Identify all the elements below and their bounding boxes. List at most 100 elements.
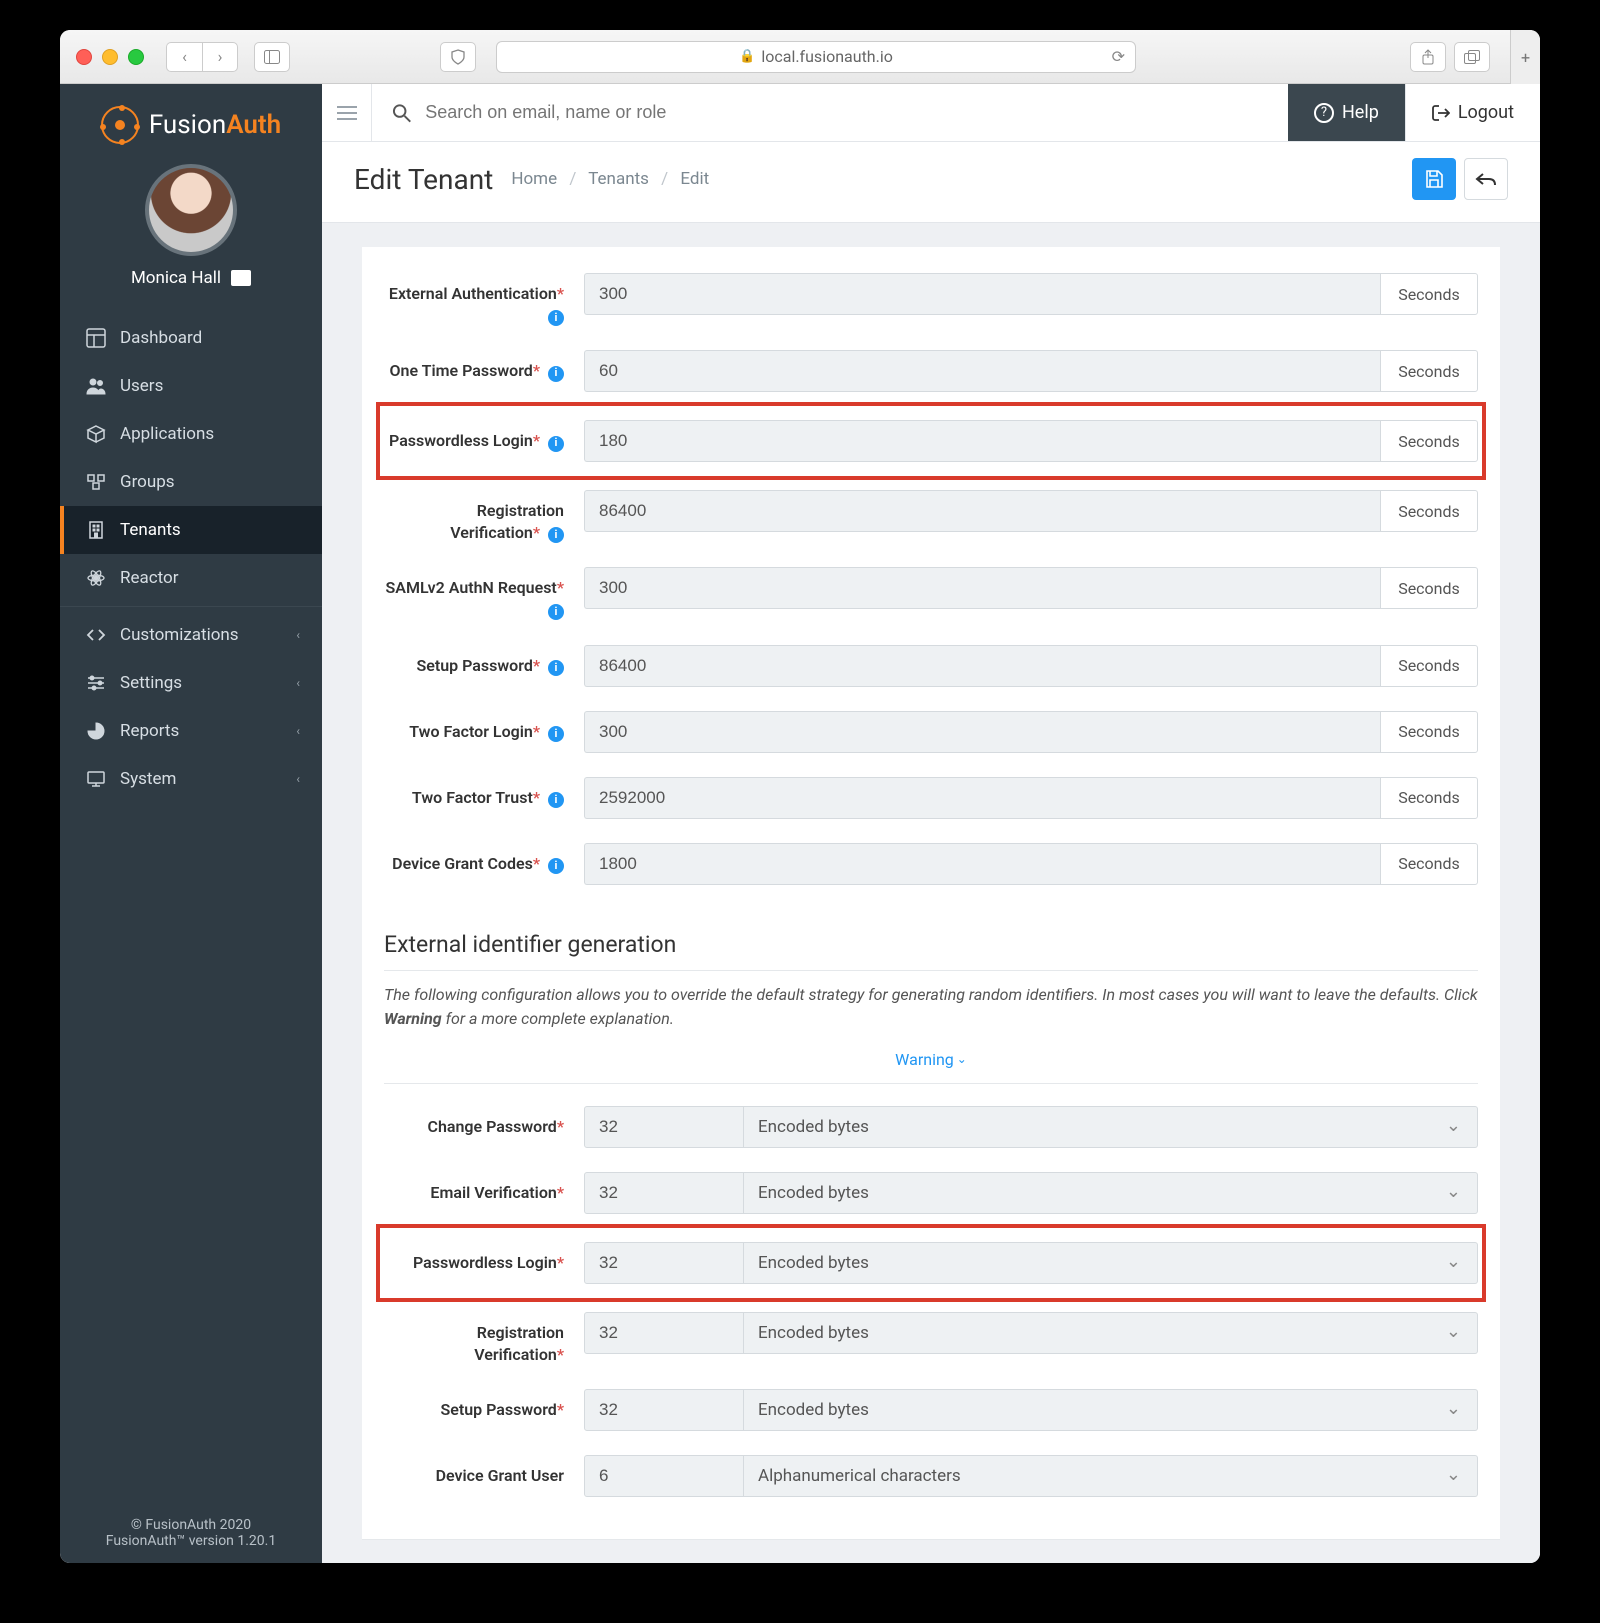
crumb-tenants[interactable]: Tenants (588, 169, 649, 189)
sidebar-item-label: Applications (120, 424, 214, 444)
minimize-window-button[interactable] (102, 49, 118, 65)
unit-label: Seconds (1380, 490, 1478, 532)
field-label: Registration Verification* i (384, 490, 564, 543)
field-label: SAMLv2 AuthN Request* i (384, 567, 564, 620)
logout-button[interactable]: Logout (1405, 84, 1540, 141)
info-icon[interactable]: i (548, 858, 564, 874)
hamburger-icon (337, 105, 357, 121)
info-icon[interactable]: i (548, 726, 564, 742)
duration-input[interactable] (584, 350, 1380, 392)
sidebar-item-system[interactable]: System ‹ (60, 755, 322, 803)
info-icon[interactable]: i (548, 792, 564, 808)
warning-toggle[interactable]: Warning (895, 1050, 967, 1069)
length-input[interactable] (584, 1172, 744, 1214)
save-button[interactable] (1412, 158, 1456, 200)
length-input[interactable] (584, 1242, 744, 1284)
info-icon[interactable]: i (548, 527, 564, 543)
field-wrap: Encoded bytes (584, 1389, 1478, 1431)
duration-input[interactable] (584, 273, 1380, 315)
field-wrap: Alphanumerical characters (584, 1455, 1478, 1497)
field-wrap: Encoded bytes (584, 1172, 1478, 1214)
field-wrap: Seconds (584, 645, 1478, 687)
shield-icon (450, 49, 466, 65)
length-input[interactable] (584, 1106, 744, 1148)
tabs-button[interactable] (1454, 42, 1490, 72)
back-button[interactable]: ‹ (166, 42, 202, 72)
chevron-left-icon: ‹ (296, 628, 300, 642)
sidebar-item-dashboard[interactable]: Dashboard (60, 314, 322, 362)
duration-input[interactable] (584, 711, 1380, 753)
field-wrap: Encoded bytes (584, 1312, 1478, 1354)
sidebar-item-users[interactable]: Users (60, 362, 322, 410)
help-button[interactable]: ? Help (1288, 84, 1405, 141)
info-icon[interactable]: i (548, 604, 564, 620)
breadcrumb: Home / Tenants / Edit (511, 169, 709, 189)
duration-input[interactable] (584, 777, 1380, 819)
privacy-button[interactable] (440, 42, 476, 72)
sidebar-item-customizations[interactable]: Customizations ‹ (60, 611, 322, 659)
duration-input[interactable] (584, 420, 1380, 462)
share-button[interactable] (1410, 42, 1446, 72)
duration-input[interactable] (584, 645, 1380, 687)
address-bar[interactable]: 🔒 local.fusionauth.io ⟳ (496, 41, 1136, 73)
close-window-button[interactable] (76, 49, 92, 65)
dashboard-icon (86, 328, 106, 348)
generator-row: Registration Verification* Encoded bytes (384, 1300, 1478, 1377)
hamburger-button[interactable] (322, 84, 372, 141)
encoding-select[interactable]: Encoded bytes (744, 1312, 1478, 1354)
user-profile[interactable]: Monica Hall (60, 158, 322, 306)
info-icon[interactable]: i (548, 366, 564, 382)
topbar: ? Help Logout (322, 84, 1540, 142)
encoding-select[interactable]: Encoded bytes (744, 1389, 1478, 1431)
length-input[interactable] (584, 1389, 744, 1431)
maximize-window-button[interactable] (128, 49, 144, 65)
sidebar-item-settings[interactable]: Settings ‹ (60, 659, 322, 707)
building-icon (86, 520, 106, 540)
main-column: ? Help Logout Edit Tenant Home / Tenants… (322, 84, 1540, 1563)
users-icon (86, 376, 106, 396)
sidebar-item-groups[interactable]: Groups (60, 458, 322, 506)
sidebar-item-label: Reports (120, 721, 179, 741)
search-input[interactable] (425, 102, 1268, 123)
sidebar-item-reactor[interactable]: Reactor (60, 554, 322, 602)
duration-input[interactable] (584, 490, 1380, 532)
encoding-select[interactable]: Encoded bytes (744, 1106, 1478, 1148)
content-area: External Authentication* i Seconds One T… (322, 223, 1540, 1563)
unit-label: Seconds (1380, 711, 1478, 753)
field-label: Registration Verification* (384, 1312, 564, 1365)
length-input[interactable] (584, 1312, 744, 1354)
info-icon[interactable]: i (548, 436, 564, 452)
search-wrap (372, 102, 1288, 123)
warning-toggle-row: Warning (384, 1040, 1478, 1084)
crumb-home[interactable]: Home (511, 169, 557, 189)
browser-titlebar: ‹ › 🔒 local.fusionauth.io ⟳ + (60, 30, 1540, 84)
field-wrap: Seconds (584, 567, 1478, 609)
sidebar-item-applications[interactable]: Applications (60, 410, 322, 458)
reload-icon[interactable]: ⟳ (1112, 47, 1125, 66)
sidebar-toggle-button[interactable] (254, 42, 290, 72)
section-description: The following configuration allows you t… (384, 983, 1478, 1033)
forward-button[interactable]: › (202, 42, 238, 72)
unit-label: Seconds (1380, 273, 1478, 315)
sidebar: FusionAuth Monica Hall Dashboard Users (60, 84, 322, 1563)
generator-row: Change Password* Encoded bytes (384, 1094, 1478, 1160)
info-icon[interactable]: i (548, 660, 564, 676)
save-icon (1424, 169, 1444, 189)
duration-input[interactable] (584, 567, 1380, 609)
encoding-select[interactable]: Encoded bytes (744, 1242, 1478, 1284)
form-panel: External Authentication* i Seconds One T… (362, 247, 1500, 1539)
logo[interactable]: FusionAuth (60, 84, 322, 158)
encoding-select[interactable]: Alphanumerical characters (744, 1455, 1478, 1497)
sidebar-item-tenants[interactable]: Tenants (60, 506, 322, 554)
new-tab-button[interactable]: + (1510, 30, 1540, 84)
duration-row: Two Factor Login* i Seconds (384, 699, 1478, 765)
length-input[interactable] (584, 1455, 744, 1497)
chart-icon (86, 721, 106, 741)
undo-button[interactable] (1464, 158, 1508, 200)
encoding-select[interactable]: Encoded bytes (744, 1172, 1478, 1214)
sidebar-item-reports[interactable]: Reports ‹ (60, 707, 322, 755)
sidebar-item-label: Settings (120, 673, 182, 693)
info-icon[interactable]: i (548, 310, 564, 326)
duration-input[interactable] (584, 843, 1380, 885)
reactor-icon (86, 568, 106, 588)
